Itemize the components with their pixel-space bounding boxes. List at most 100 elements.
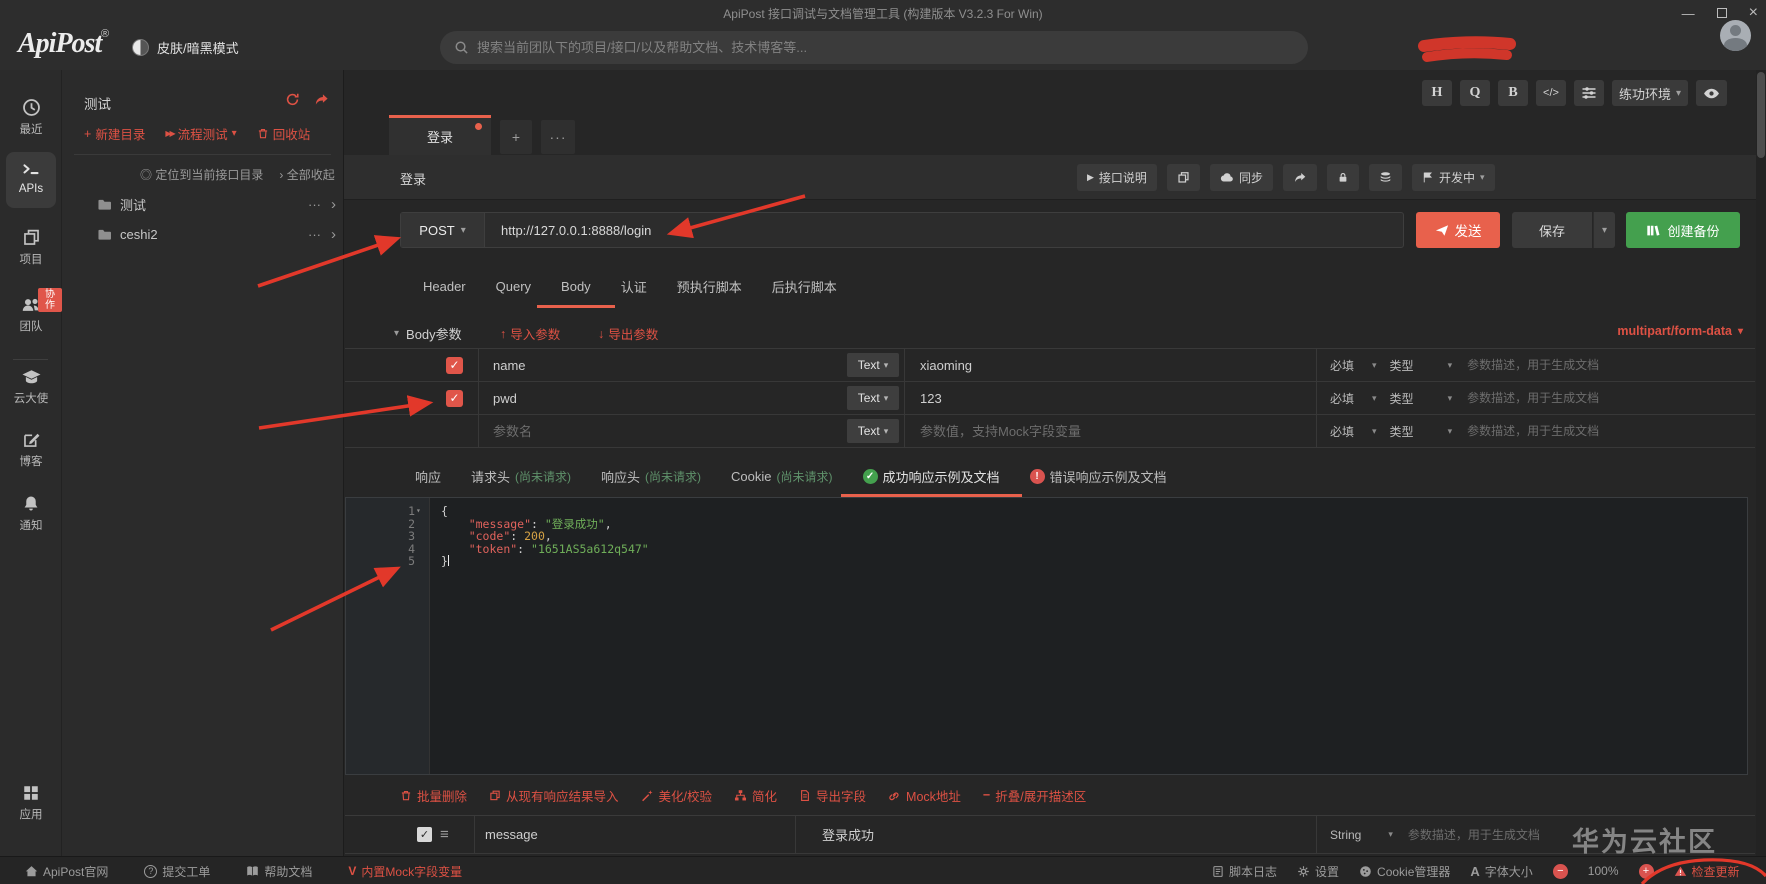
simplify-button[interactable]: 简化 (734, 786, 777, 805)
export-params-button[interactable]: ↓ 导出参数 (598, 324, 658, 343)
param-desc-input[interactable] (1467, 424, 1755, 438)
url-input[interactable] (485, 222, 1403, 238)
batch-delete-button[interactable]: 批量删除 (400, 786, 467, 805)
param-checkbox[interactable]: ✓ (446, 389, 463, 407)
zoom-in-button[interactable]: + (1638, 863, 1654, 879)
stack-icon[interactable] (1368, 164, 1402, 191)
save-dropdown-caret[interactable]: ▾ (1593, 212, 1615, 248)
font-size-button[interactable]: A 字体大小 (1470, 863, 1532, 880)
required-select[interactable]: 必填 (1330, 423, 1354, 440)
sidebar-item-recent[interactable]: 最近 (0, 98, 62, 137)
editor-code[interactable]: { "message": "登录成功", "code": 200, "token… (430, 498, 1747, 774)
sync-button[interactable]: 同步 (1209, 164, 1273, 191)
official-site-link[interactable]: ApiPost官网 (25, 863, 108, 880)
fold-caret-icon[interactable]: ▾ (416, 505, 421, 518)
chevron-right-icon[interactable]: › (331, 196, 336, 213)
tab-query[interactable]: Query (496, 264, 531, 308)
content-type-select[interactable]: multipart/form-data ▾ (1617, 324, 1743, 338)
environment-select[interactable]: 练功环境 ▾ (1612, 80, 1689, 106)
avatar[interactable] (1720, 20, 1751, 51)
export-fields-button[interactable]: 导出字段 (799, 786, 866, 805)
share-arrow-icon[interactable] (1282, 164, 1317, 191)
sidebar-item-blog[interactable]: 博客 (0, 430, 62, 469)
api-description-button[interactable]: ▶ 接口说明 (1077, 164, 1157, 191)
required-select[interactable]: 必填 (1330, 390, 1354, 407)
close-icon[interactable]: × (1749, 4, 1758, 22)
maximize-icon[interactable] (1716, 8, 1727, 18)
beautify-validate-button[interactable]: 美化/校验 (641, 786, 712, 805)
param-value-input[interactable] (920, 423, 1316, 439)
script-log-button[interactable]: 脚本日志 (1212, 863, 1277, 880)
more-icon[interactable]: ··· (308, 197, 321, 212)
param-desc-input[interactable] (1467, 391, 1755, 405)
new-tab-button[interactable]: + (500, 120, 532, 154)
sidebar-item-notifications[interactable]: 通知 (0, 494, 62, 533)
required-select[interactable]: 必填 (1330, 357, 1354, 374)
lock-icon[interactable] (1326, 164, 1359, 191)
save-button[interactable]: 保存 (1512, 212, 1592, 248)
submit-ticket-link[interactable]: ? 提交工单 (144, 863, 210, 880)
send-button[interactable]: 发送 (1416, 212, 1500, 248)
help-docs-link[interactable]: 帮助文档 (246, 863, 312, 880)
type-select[interactable]: 类型 (1390, 423, 1414, 440)
minimize-icon[interactable]: — (1682, 6, 1695, 21)
tab-header[interactable]: Header (423, 264, 466, 308)
tab-response-headers[interactable]: 响应头 (尚未请求) (601, 455, 701, 497)
tree-folder-ceshi[interactable]: 测试 ··· › (62, 190, 344, 218)
param-checkbox[interactable]: ✓ (446, 356, 463, 374)
tab-success-example[interactable]: ✓ 成功响应示例及文档 (840, 455, 1022, 497)
tab-cookie[interactable]: Cookie (尚未请求) (731, 455, 832, 497)
sidebar-item-team[interactable]: 协作 团队 (0, 288, 62, 334)
param-value-input[interactable] (920, 390, 1316, 406)
scrollbar-track[interactable] (1756, 70, 1766, 856)
refresh-icon[interactable] (285, 92, 300, 107)
theme-toggle[interactable]: 皮肤/暗黑模式 (132, 38, 239, 57)
tab-pre-script[interactable]: 预执行脚本 (677, 264, 742, 308)
header-quick-button[interactable]: H (1422, 80, 1452, 106)
drag-handle-icon[interactable]: ≡ (440, 826, 449, 843)
tab-body[interactable]: Body (537, 264, 615, 308)
param-type-select[interactable]: Text ▾ (847, 386, 899, 410)
type-select[interactable]: 类型 (1390, 390, 1414, 407)
settings-button[interactable]: 设置 (1297, 863, 1339, 880)
param-type-select[interactable]: Text ▾ (847, 419, 899, 443)
tab-post-script[interactable]: 后执行脚本 (772, 264, 837, 308)
sidebar-item-apps[interactable]: 应用 (0, 784, 62, 822)
param-key-input[interactable] (493, 357, 847, 373)
tab-more-button[interactable]: ··· (541, 120, 575, 154)
check-update-link[interactable]: 检查更新 (1674, 863, 1740, 880)
param-value-input[interactable] (920, 357, 1316, 373)
field-type-select[interactable]: String (1330, 828, 1361, 842)
sliders-icon[interactable] (1574, 80, 1604, 106)
body-quick-button[interactable]: B (1498, 80, 1528, 106)
import-from-response-button[interactable]: 从现有响应结果导入 (489, 786, 619, 805)
field-checkbox[interactable]: ✓ (417, 827, 432, 842)
field-value[interactable]: 登录成功 (822, 825, 874, 844)
tab-request-headers[interactable]: 请求头 (尚未请求) (471, 455, 571, 497)
status-select[interactable]: 开发中 ▾ (1411, 164, 1495, 191)
param-type-select[interactable]: Text ▾ (847, 353, 899, 377)
eye-icon[interactable] (1696, 80, 1728, 106)
method-select[interactable]: POST ▾ (401, 213, 485, 247)
share-arrow-icon[interactable] (314, 92, 329, 107)
param-key-input[interactable] (493, 423, 847, 439)
builtin-mock-vars-link[interactable]: V 内置Mock字段变量 (348, 863, 462, 880)
sidebar-item-apis[interactable]: APIs (0, 160, 62, 195)
query-quick-button[interactable]: Q (1460, 80, 1490, 106)
cookie-manager-button[interactable]: Cookie管理器 (1359, 863, 1450, 880)
response-example-editor[interactable]: 1 2 3 4 5 ▾ { "message": "登录成功", "code":… (345, 497, 1748, 775)
collapse-all-link[interactable]: › 全部收起 (279, 166, 334, 183)
search-input[interactable] (477, 40, 1294, 55)
recycle-bin-button[interactable]: 回收站 (257, 124, 310, 143)
import-params-button[interactable]: ↑ 导入参数 (500, 324, 560, 343)
mock-url-button[interactable]: Mock地址 (888, 786, 961, 805)
tree-folder-ceshi2[interactable]: ceshi2 ··· › (62, 220, 344, 248)
field-name[interactable]: message (485, 827, 538, 842)
tab-auth[interactable]: 认证 (621, 264, 647, 308)
tab-login[interactable]: 登录 (389, 115, 491, 155)
tab-response[interactable]: 响应 (415, 455, 441, 497)
new-directory-button[interactable]: + 新建目录 (84, 124, 145, 143)
scrollbar-thumb[interactable] (1757, 72, 1765, 158)
more-icon[interactable]: ··· (308, 227, 321, 242)
param-desc-input[interactable] (1467, 358, 1755, 372)
